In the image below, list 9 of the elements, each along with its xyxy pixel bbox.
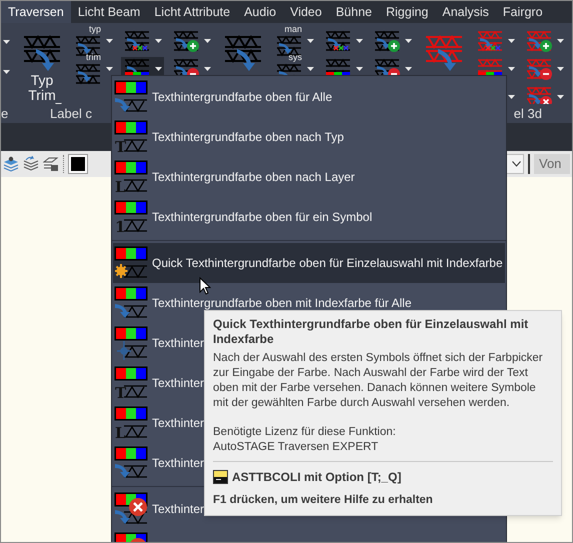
tooltip-description: Nach der Auswahl des ersten Symbols öffnet sich der Farbpicker zur Eingabe der Farbe. Nach Auswahl der Farbe wird der Text oben mit der Farbe versehen. Danach können weitere Symbole mit der gewählten Farbe durch Auswahl versehen werden. — [213, 351, 544, 411]
panel-label: Label c — [50, 104, 92, 122]
command-text: ASTTBCOLI mit Option [T;_Q] — [232, 469, 402, 486]
tooltip-title: Quick Texthintergrundfarbe oben für Einzelauswahl mit Indexfarbe — [213, 317, 530, 347]
license-name: AutoSTAGE Traversen EXPERT — [213, 440, 380, 455]
license-label: Benötigte Lizenz für diese Funktion: — [213, 425, 397, 440]
panel-label: e — [1, 104, 8, 122]
help-hint: F1 drücken, um weitere Hilfe zu erhalten — [213, 493, 434, 508]
panel-label: el 3d — [514, 104, 542, 122]
